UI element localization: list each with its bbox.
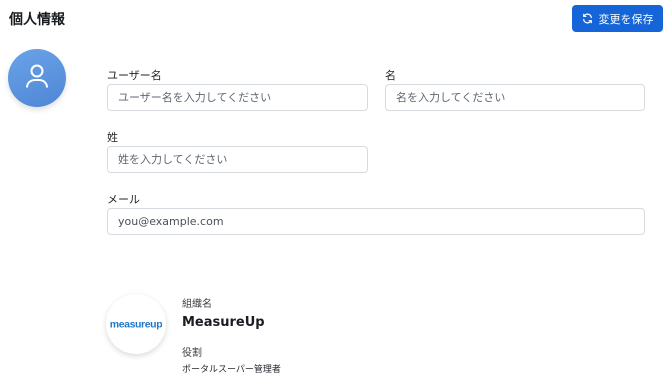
role-label: 役割	[182, 348, 202, 359]
refresh-icon	[582, 13, 593, 24]
organization-logo: measureup	[106, 294, 166, 354]
save-changes-label: 変更を保存	[598, 13, 654, 26]
first-name-input[interactable]	[385, 84, 645, 111]
username-input[interactable]	[107, 84, 368, 111]
email-input[interactable]	[107, 208, 645, 235]
save-changes-button[interactable]: 変更を保存	[572, 5, 663, 32]
avatar[interactable]	[8, 49, 66, 107]
email-label: メール	[107, 193, 140, 206]
organization-name-label: 組織名	[182, 299, 212, 310]
measureup-logo-icon: measureup	[110, 319, 162, 331]
first-name-label: 名	[385, 69, 396, 82]
organization-name: MeasureUp	[182, 315, 265, 330]
svg-text:measureup: measureup	[110, 319, 162, 331]
role-value: ポータルスーパー管理者	[182, 365, 281, 375]
last-name-label: 姓	[107, 131, 118, 144]
last-name-input[interactable]	[107, 146, 368, 173]
page-title: 個人情報	[9, 12, 65, 28]
user-icon	[25, 63, 49, 93]
username-label: ユーザー名	[107, 69, 162, 82]
